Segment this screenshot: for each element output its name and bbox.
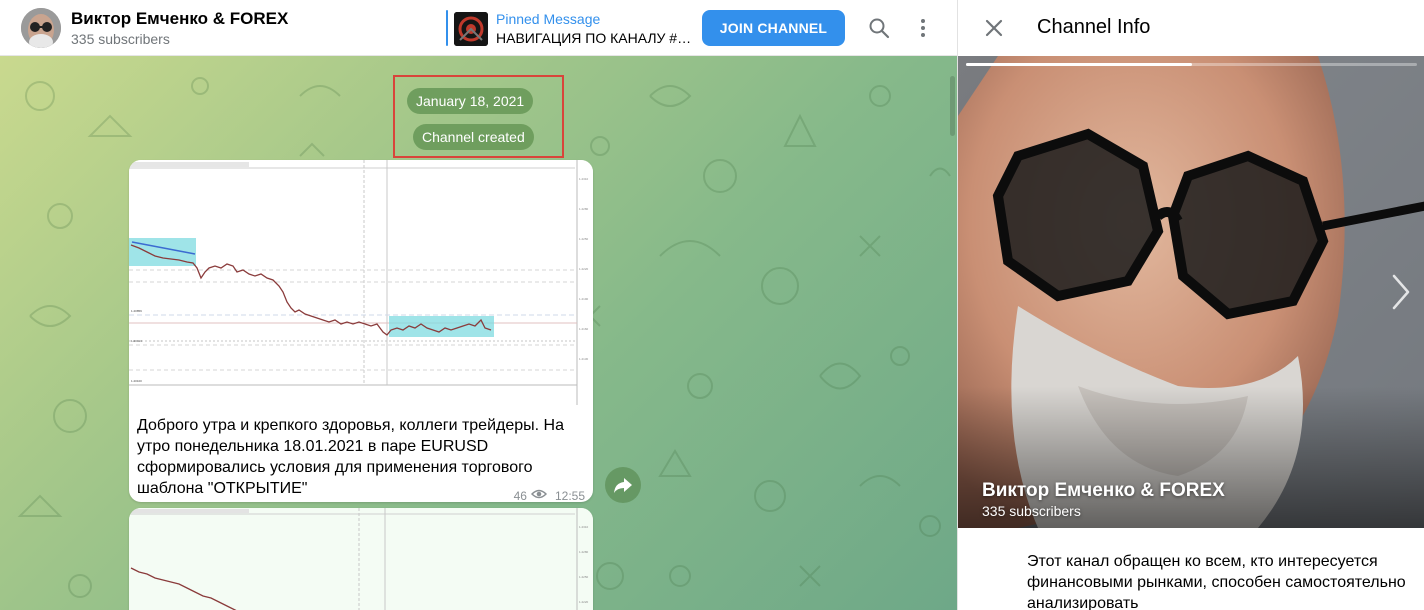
search-icon[interactable] xyxy=(867,16,891,40)
svg-text:1.2220: 1.2220 xyxy=(579,600,589,604)
chevron-right-icon[interactable] xyxy=(1388,272,1412,312)
svg-text:1.2250: 1.2250 xyxy=(579,575,589,579)
scrollbar-thumb[interactable] xyxy=(950,76,955,136)
share-arrow-icon[interactable] xyxy=(605,467,641,503)
more-vertical-icon[interactable] xyxy=(911,16,935,40)
chat-header: Виктор Емченко & FOREX 335 subscribers P… xyxy=(0,0,957,56)
view-count: 46 xyxy=(513,488,527,503)
channel-description: Этот канал обращен ко всем, кто интересу… xyxy=(1027,553,1406,610)
channel-info-panel: Channel Info Виктор Емченко & FOREX 335 … xyxy=(957,0,1424,610)
channel-title[interactable]: Виктор Емченко & FOREX xyxy=(71,9,288,29)
trading-chart-image-2[interactable]: 1.2310 1.2280 1.2250 1.2220 xyxy=(129,508,593,610)
svg-text:1.2160: 1.2160 xyxy=(579,327,589,331)
pinned-label: Pinned Message xyxy=(496,11,601,27)
message-time: 12:55 xyxy=(554,488,585,503)
close-icon[interactable] xyxy=(982,16,1006,40)
message-bubble[interactable]: 1.20859 1.20413 1.20100 1.2310 1.2280 1.2250… xyxy=(129,160,593,502)
chat-scrollbar[interactable] xyxy=(950,56,955,610)
svg-text:1.2130: 1.2130 xyxy=(579,357,589,361)
svg-text:1.2220: 1.2220 xyxy=(579,267,589,271)
trading-chart-image[interactable]: 1.20859 1.20413 1.20100 1.2310 1.2280 1.2250… xyxy=(129,160,593,405)
pinned-message[interactable]: Pinned Message НАВИГАЦИЯ ПО КАНАЛУ #в... xyxy=(446,10,696,46)
svg-text:1.2280: 1.2280 xyxy=(579,207,589,211)
photo-progress xyxy=(966,63,1417,66)
pinned-thumbnail xyxy=(454,12,488,46)
svg-text:1.2190: 1.2190 xyxy=(579,297,589,301)
svg-text:1.20413: 1.20413 xyxy=(131,339,142,343)
message-text: Доброго утра и крепкого здоровья, коллег… xyxy=(137,417,564,497)
panel-title: Channel Info xyxy=(1037,16,1151,38)
subscriber-count: 335 subscribers xyxy=(71,31,170,47)
svg-text:1.2280: 1.2280 xyxy=(579,550,589,554)
join-channel-button[interactable]: JOIN CHANNEL xyxy=(702,10,845,46)
photo-progress-fill xyxy=(966,63,1192,66)
chat-area[interactable]: January 18, 2021 Channel created 1.20859… xyxy=(0,56,957,610)
profile-photo-image xyxy=(958,56,1424,528)
svg-text:1.2250: 1.2250 xyxy=(579,237,589,241)
profile-name: Виктор Емченко & FOREX xyxy=(982,480,1225,501)
svg-text:1.2310: 1.2310 xyxy=(579,525,589,529)
service-message-pill: Channel created xyxy=(413,124,534,150)
date-pill: January 18, 2021 xyxy=(407,88,534,114)
svg-text:1.20859: 1.20859 xyxy=(131,309,142,313)
eye-icon xyxy=(530,488,548,502)
profile-subscribers: 335 subscribers xyxy=(982,503,1081,519)
svg-text:1.2310: 1.2310 xyxy=(579,177,589,181)
message-bubble-2[interactable]: 1.2310 1.2280 1.2250 1.2220 xyxy=(129,508,593,610)
pinned-text: НАВИГАЦИЯ ПО КАНАЛУ #в... xyxy=(496,30,694,46)
message-meta: 46 12:55 xyxy=(513,488,585,503)
panel-header: Channel Info xyxy=(958,0,1424,56)
svg-text:1.20100: 1.20100 xyxy=(131,379,142,383)
pinned-indicator xyxy=(446,10,448,46)
channel-avatar[interactable] xyxy=(21,8,61,48)
profile-photo[interactable]: Виктор Емченко & FOREX 335 subscribers xyxy=(958,56,1424,528)
